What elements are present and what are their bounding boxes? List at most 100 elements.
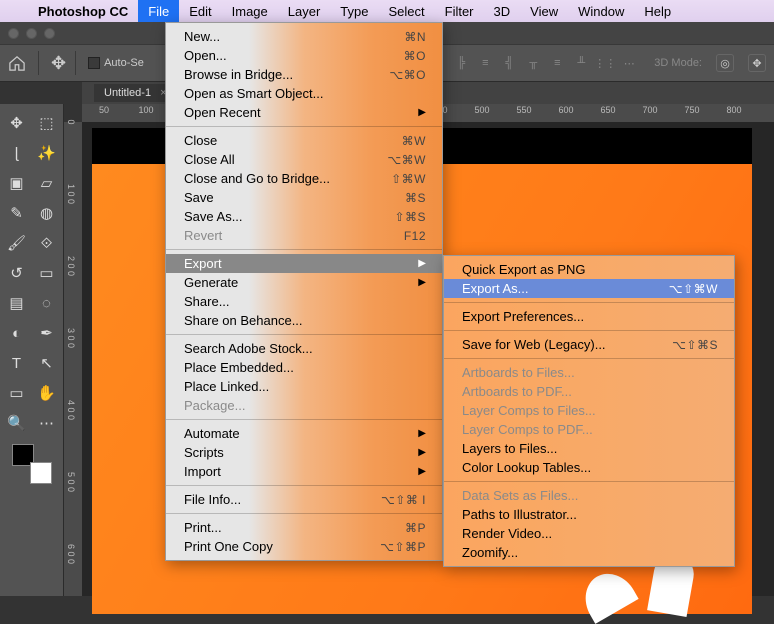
menu-item-close-and-go-to-bridge[interactable]: Close and Go to Bridge...⇧⌘W <box>166 169 442 188</box>
menu-type[interactable]: Type <box>330 0 378 22</box>
history-tool[interactable]: ↺ <box>6 263 28 283</box>
marquee-tool[interactable]: ⬚ <box>36 113 58 133</box>
rect-tool[interactable]: ▭ <box>6 383 28 403</box>
menu-item-open-as-smart-object[interactable]: Open as Smart Object... <box>166 84 442 103</box>
eyedrop-tool[interactable]: ✎ <box>6 203 28 223</box>
minimize-dot[interactable] <box>26 28 37 39</box>
menu-item-layers-to-files[interactable]: Layers to Files... <box>444 439 734 458</box>
menu-item-file-info[interactable]: File Info...⌥⇧⌘ I <box>166 490 442 509</box>
wand-tool[interactable]: ✨ <box>36 143 58 163</box>
menu-item-paths-to-illustrator[interactable]: Paths to Illustrator... <box>444 505 734 524</box>
align-btn[interactable]: ⋮⋮ <box>596 54 614 72</box>
3d-pan-icon[interactable]: ✥ <box>748 54 766 72</box>
menu-item-label: Color Lookup Tables... <box>462 460 591 475</box>
shortcut-label: ⌥⇧⌘S <box>672 338 718 352</box>
menu-item-color-lookup-tables[interactable]: Color Lookup Tables... <box>444 458 734 477</box>
align-btn[interactable]: ╨ <box>572 54 590 72</box>
menu-item-revert: RevertF12 <box>166 226 442 245</box>
zoom-dot[interactable] <box>44 28 55 39</box>
menu-filter[interactable]: Filter <box>435 0 484 22</box>
menu-item-close-all[interactable]: Close All⌥⌘W <box>166 150 442 169</box>
menu-item-import[interactable]: Import▶ <box>166 462 442 481</box>
menu-item-save[interactable]: Save⌘S <box>166 188 442 207</box>
crop-tool[interactable]: ▣ <box>6 173 28 193</box>
close-dot[interactable] <box>8 28 19 39</box>
ruler-tick: 5 0 0 <box>66 472 76 492</box>
pen-tool[interactable]: ✒ <box>36 323 58 343</box>
menu-item-zoomify[interactable]: Zoomify... <box>444 543 734 562</box>
menu-item-label: Layer Comps to Files... <box>462 403 596 418</box>
menu-item-browse-in-bridge[interactable]: Browse in Bridge...⌥⌘O <box>166 65 442 84</box>
submenu-arrow-icon: ▶ <box>418 428 426 439</box>
menu-file[interactable]: File <box>138 0 179 22</box>
menu-item-share-on-behance[interactable]: Share on Behance... <box>166 311 442 330</box>
menu-layer[interactable]: Layer <box>278 0 331 22</box>
menu-item-save-for-web-legacy[interactable]: Save for Web (Legacy)...⌥⇧⌘S <box>444 335 734 354</box>
stamp-tool[interactable]: ⟐ <box>36 233 58 253</box>
ruler-tick: 600 <box>558 105 573 115</box>
3d-orbit-icon[interactable]: ◎ <box>716 54 734 72</box>
menu-item-render-video[interactable]: Render Video... <box>444 524 734 543</box>
dodge-tool[interactable]: ◐ <box>6 323 28 343</box>
move-tool-icon[interactable]: ✥ <box>51 53 63 74</box>
background-swatch[interactable] <box>30 462 52 484</box>
menu-item-label: Layer Comps to PDF... <box>462 422 593 437</box>
align-btn[interactable]: ≡ <box>476 54 494 72</box>
menu-item-label: Close and Go to Bridge... <box>184 171 330 186</box>
menu-edit[interactable]: Edit <box>179 0 221 22</box>
menu-image[interactable]: Image <box>222 0 278 22</box>
gradient-tool[interactable]: ▤ <box>6 293 28 313</box>
menu-window[interactable]: Window <box>568 0 634 22</box>
menu-item-layer-comps-to-files: Layer Comps to Files... <box>444 401 734 420</box>
align-btn[interactable]: ╣ <box>500 54 518 72</box>
menu-item-label: Render Video... <box>462 526 552 541</box>
menu-item-print-one-copy[interactable]: Print One Copy⌥⇧⌘P <box>166 537 442 556</box>
auto-select-checkbox[interactable]: Auto-Se <box>88 57 144 69</box>
menu-item-label: Browse in Bridge... <box>184 67 293 82</box>
menu-item-package: Package... <box>166 396 442 415</box>
text-tool[interactable]: T <box>6 353 28 373</box>
lasso-tool[interactable]: ɭ <box>6 143 28 163</box>
align-btn[interactable]: ≡ <box>548 54 566 72</box>
ruler-tick: 6 0 0 <box>66 544 76 564</box>
menu-item-place-linked[interactable]: Place Linked... <box>166 377 442 396</box>
perspective-tool[interactable]: ▱ <box>36 173 58 193</box>
brush-tool[interactable]: 🖌 <box>6 233 28 253</box>
menu-item-new[interactable]: New...⌘N <box>166 27 442 46</box>
menu-item-scripts[interactable]: Scripts▶ <box>166 443 442 462</box>
menu-item-search-adobe-stock[interactable]: Search Adobe Stock... <box>166 339 442 358</box>
ellipsis-tool[interactable]: ⋯ <box>36 413 58 433</box>
menu-item-close[interactable]: Close⌘W <box>166 131 442 150</box>
menu-item-save-as[interactable]: Save As...⇧⌘S <box>166 207 442 226</box>
menu-item-export[interactable]: Export▶ <box>166 254 442 273</box>
eraser-tool[interactable]: ▭ <box>36 263 58 283</box>
ruler-tick: 2 0 0 <box>66 256 76 276</box>
align-btn[interactable]: ╠ <box>452 54 470 72</box>
patch-tool[interactable]: ◍ <box>36 203 58 223</box>
menu-item-place-embedded[interactable]: Place Embedded... <box>166 358 442 377</box>
app-name[interactable]: Photoshop CC <box>28 4 138 19</box>
menu-item-export-preferences[interactable]: Export Preferences... <box>444 307 734 326</box>
align-btn[interactable]: ╥ <box>524 54 542 72</box>
menu-item-label: Search Adobe Stock... <box>184 341 313 356</box>
menu-item-open[interactable]: Open...⌘O <box>166 46 442 65</box>
zoom-tool[interactable]: 🔍 <box>6 413 28 433</box>
more-icon[interactable]: ⋯ <box>620 54 638 72</box>
menu-item-automate[interactable]: Automate▶ <box>166 424 442 443</box>
move-tool[interactable]: ✥ <box>6 113 28 133</box>
arrow-tool[interactable]: ↖ <box>36 353 58 373</box>
menu-item-generate[interactable]: Generate▶ <box>166 273 442 292</box>
menu-item-export-as[interactable]: Export As...⌥⇧⌘W <box>444 279 734 298</box>
menu-view[interactable]: View <box>520 0 568 22</box>
blur-tool[interactable]: ◌ <box>36 293 58 313</box>
menu-item-share[interactable]: Share... <box>166 292 442 311</box>
menu-3d[interactable]: 3D <box>484 0 521 22</box>
menu-item-open-recent[interactable]: Open Recent▶ <box>166 103 442 122</box>
home-icon[interactable] <box>8 55 26 71</box>
menu-help[interactable]: Help <box>634 0 681 22</box>
menu-select[interactable]: Select <box>378 0 434 22</box>
color-swatches[interactable] <box>12 444 52 484</box>
menu-item-quick-export-as-png[interactable]: Quick Export as PNG <box>444 260 734 279</box>
hand-tool[interactable]: ✋ <box>36 383 58 403</box>
menu-item-print[interactable]: Print...⌘P <box>166 518 442 537</box>
